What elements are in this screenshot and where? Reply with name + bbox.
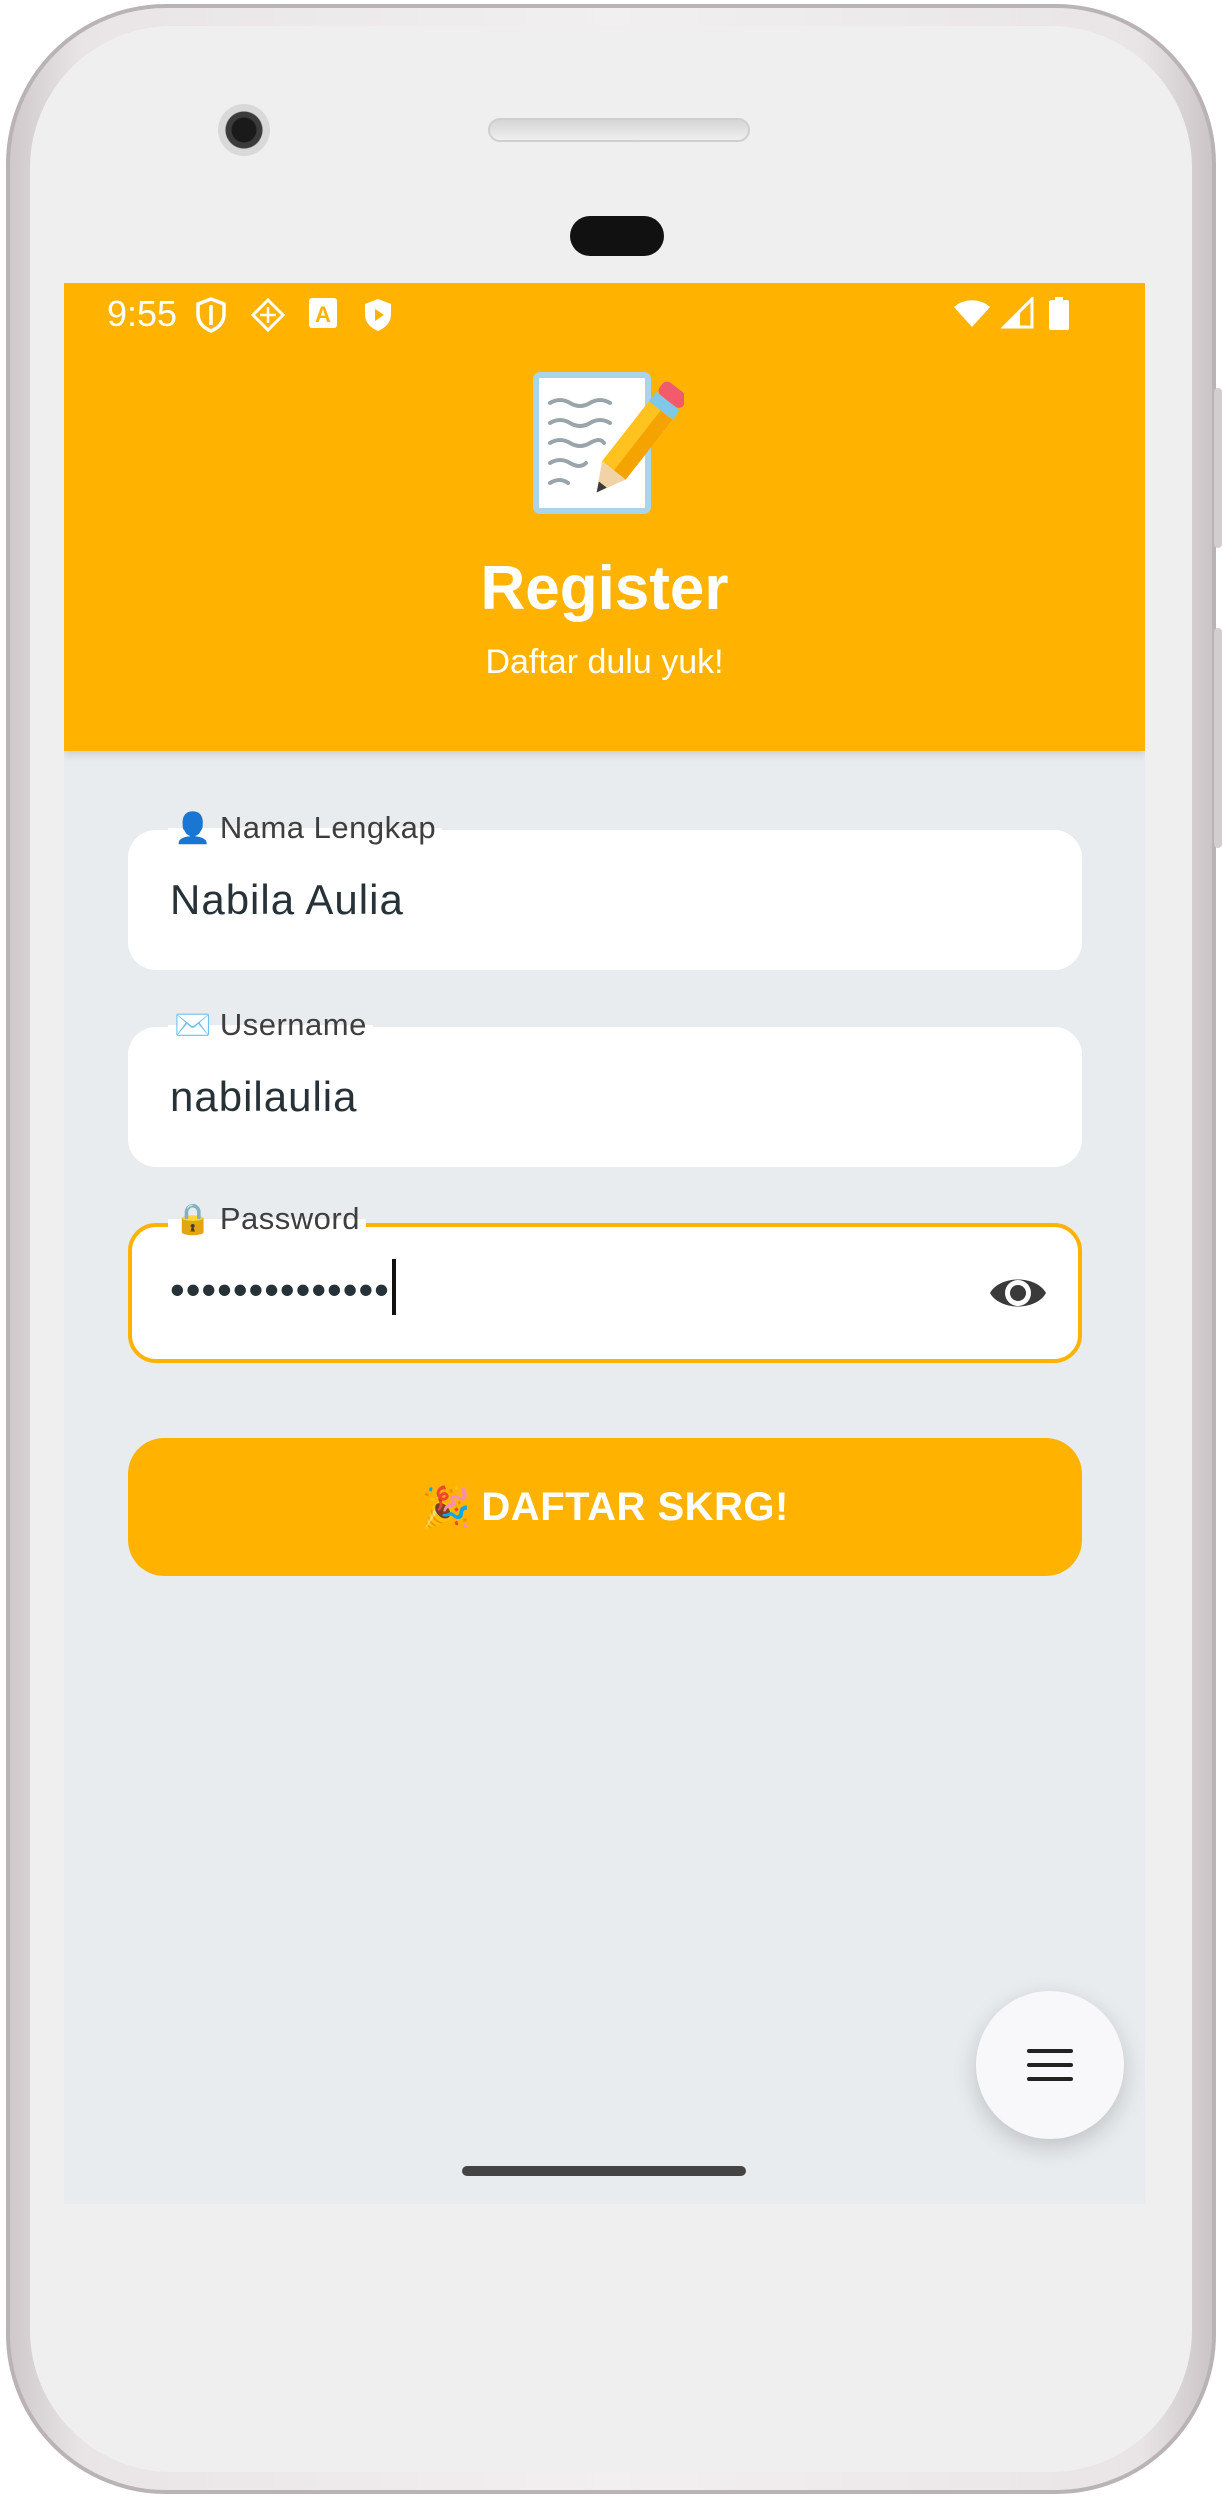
menu-icon (1027, 2049, 1073, 2081)
status-time: 9:55 (107, 293, 178, 334)
username-field[interactable]: ✉️ Username nabilaulia (128, 1007, 1082, 1167)
full-name-input[interactable]: Nabila Aulia (170, 876, 404, 924)
register-button[interactable]: 🎉 DAFTAR SKRG! (128, 1438, 1082, 1576)
username-label: ✉️ Username (168, 1007, 373, 1043)
status-bar: 9:55 A (64, 283, 1145, 347)
envelope-icon: ✉️ (174, 1009, 212, 1042)
proximity-sensor (570, 216, 664, 256)
power-button (1214, 628, 1222, 848)
page-subtitle: Daftar dulu yuk! (485, 643, 724, 681)
memo-icon (533, 372, 684, 514)
a-badge-icon: A (309, 298, 337, 328)
register-button-label: DAFTAR SKRG! (481, 1484, 789, 1529)
full-name-field[interactable]: 👤 Nama Lengkap Nabila Aulia (128, 810, 1082, 970)
full-name-label: 👤 Nama Lengkap (168, 810, 443, 846)
earpiece-speaker (488, 118, 750, 142)
page-title: Register (480, 554, 729, 623)
wifi-icon (954, 300, 990, 327)
drive-icon (250, 297, 286, 333)
svg-text:A: A (315, 302, 331, 327)
play-shield-icon (365, 299, 391, 331)
password-label-text: Password (219, 1201, 360, 1236)
text-cursor (391, 1259, 396, 1315)
lock-icon: 🔒 (174, 1203, 212, 1236)
username-input[interactable]: nabilaulia (170, 1073, 357, 1121)
volume-button (1214, 388, 1222, 548)
password-label: 🔒 Password (168, 1201, 366, 1237)
eye-icon[interactable] (986, 1265, 1050, 1321)
menu-fab[interactable] (976, 1991, 1124, 2139)
signal-icon (1000, 297, 1034, 329)
register-header: 9:55 A Register Daftar dulu yuk! (64, 283, 1145, 751)
battery-icon (1049, 297, 1069, 330)
person-icon: 👤 (174, 812, 212, 845)
shield-icon (196, 297, 226, 333)
password-input[interactable]: •••••••••••••• (170, 1259, 396, 1321)
full-name-label-text: Nama Lengkap (219, 810, 437, 845)
password-value: •••••••••••••• (170, 1266, 390, 1314)
username-label-text: Username (219, 1007, 367, 1042)
party-popper-icon: 🎉 (421, 1485, 472, 1530)
front-camera (218, 104, 270, 156)
home-indicator[interactable] (462, 2166, 746, 2176)
password-field[interactable]: 🔒 Password •••••••••••••• (128, 1201, 1082, 1363)
app-screen: 9:55 A Register Daftar dulu yuk! 👤 Nama … (64, 283, 1145, 2204)
